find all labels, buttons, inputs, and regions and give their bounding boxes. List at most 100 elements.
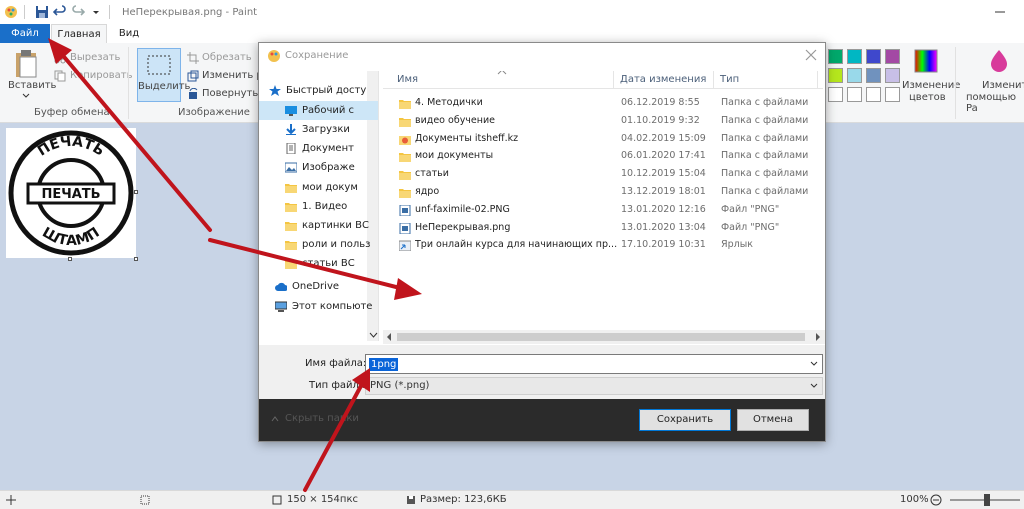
filename-input[interactable]: 1png — [365, 354, 823, 374]
cancel-button[interactable]: Отмена — [737, 409, 809, 431]
palette-color[interactable] — [847, 87, 862, 102]
nav-item[interactable]: OneDrive — [259, 277, 378, 296]
redo-icon[interactable] — [71, 5, 85, 19]
nav-item[interactable]: Этот компьюте — [259, 297, 378, 316]
file-row[interactable]: видео обучение 01.10.2019 9:32 Папка с фай… — [383, 112, 823, 130]
tab-home[interactable]: Главная — [51, 24, 107, 43]
paste-button[interactable]: Вставить — [8, 80, 56, 91]
palette-color[interactable] — [847, 68, 862, 83]
tab-file[interactable]: Файл — [0, 24, 50, 43]
tab-view[interactable]: Вид — [110, 24, 148, 43]
nav-item[interactable]: статьи ВС — [259, 254, 378, 273]
file-row[interactable]: Три онлайн курса для начинающих пр... 17.… — [383, 236, 823, 254]
file-row[interactable]: ядро 13.12.2019 18:01 Папка с файлами — [383, 183, 823, 201]
nav-item[interactable]: Изображе — [259, 158, 378, 177]
file-date: 06.12.2019 8:55 — [621, 97, 700, 108]
nav-item[interactable]: картинки ВС — [259, 216, 378, 235]
palette-color[interactable] — [866, 68, 881, 83]
select-button[interactable]: Выделить — [137, 48, 190, 102]
scrollbar-thumb[interactable] — [397, 333, 805, 341]
column-divider[interactable] — [713, 71, 714, 89]
palette-color[interactable] — [866, 87, 881, 102]
resize-handle[interactable] — [134, 257, 138, 261]
disk-icon — [407, 496, 415, 504]
palette-color[interactable] — [847, 49, 862, 64]
download-icon — [286, 124, 296, 135]
chevron-down-icon[interactable] — [810, 383, 818, 389]
copy-icon[interactable] — [54, 70, 66, 82]
nav-item[interactable]: Быстрый досту — [259, 81, 378, 100]
palette-color[interactable] — [885, 87, 900, 102]
close-icon[interactable] — [805, 49, 817, 61]
select-label: Выделить — [138, 81, 191, 92]
column-type[interactable]: Тип — [720, 74, 739, 85]
nav-item-label: Рабочий с — [302, 105, 355, 116]
column-date[interactable]: Дата изменения — [620, 74, 706, 85]
undo-icon[interactable] — [53, 5, 67, 19]
filename-value[interactable]: 1png — [369, 358, 399, 371]
resize-handle[interactable] — [68, 257, 72, 261]
resize-icon[interactable] — [187, 70, 199, 82]
zoom-out-icon[interactable] — [930, 494, 942, 506]
file-row[interactable]: статьи 10.12.2019 15:04 Папка с файлами — [383, 165, 823, 183]
chevron-down-icon[interactable] — [810, 361, 818, 367]
svg-text:ШТАМП: ШТАМП — [39, 225, 102, 250]
folder-icon — [399, 153, 411, 163]
filetype-select[interactable]: PNG (*.png) — [365, 377, 823, 395]
paste-icon[interactable] — [14, 49, 40, 79]
palette-color[interactable] — [866, 49, 881, 64]
palette-color[interactable] — [828, 68, 843, 83]
file-row[interactable]: НеПерекрывая.png 13.01.2020 13:04 Файл "PN… — [383, 219, 823, 237]
separator — [955, 47, 956, 119]
palette-color[interactable] — [828, 87, 843, 102]
column-divider[interactable] — [613, 71, 614, 89]
chevron-right-icon[interactable] — [815, 333, 821, 341]
edit-colors-button[interactable]: Изменение — [902, 80, 960, 91]
picture-icon — [285, 162, 297, 173]
copy-button[interactable]: Копировать — [70, 70, 132, 81]
chevron-down-icon[interactable] — [369, 331, 378, 339]
resize-handle[interactable] — [134, 190, 138, 194]
nav-item[interactable]: Документ — [259, 139, 378, 158]
paint3d-icon[interactable] — [988, 49, 1010, 73]
file-row[interactable]: unf-faximile-02.PNG 13.01.2020 12:16 Файл … — [383, 201, 823, 219]
chevron-left-icon[interactable] — [386, 333, 392, 341]
chevron-down-icon[interactable] — [89, 5, 103, 19]
vertical-scrollbar[interactable] — [489, 71, 499, 361]
star-icon — [269, 85, 281, 96]
chevron-down-icon[interactable] — [22, 93, 30, 99]
save-button[interactable]: Сохранить — [639, 409, 731, 431]
nav-item[interactable]: 1. Видео — [259, 197, 378, 216]
file-name: статьи — [415, 168, 449, 180]
file-row[interactable]: 4. Методички 06.12.2019 8:55 Папка с файла… — [383, 94, 823, 112]
save-icon[interactable] — [35, 5, 49, 19]
nav-item-label: Загрузки — [302, 124, 350, 135]
column-divider[interactable] — [817, 71, 818, 89]
file-row[interactable]: мои документы 06.01.2020 17:41 Папка с фай… — [383, 147, 823, 165]
selection-size-icon — [140, 495, 150, 505]
rotate-icon[interactable] — [187, 88, 199, 100]
separator — [24, 5, 25, 19]
cut-button[interactable]: Вырезать — [70, 52, 120, 63]
crop-icon[interactable] — [187, 52, 199, 64]
edit-with-paint3d-button[interactable]: Изменить — [982, 80, 1024, 91]
crop-button[interactable]: Обрезать — [202, 52, 252, 63]
nav-item[interactable]: Рабочий с — [259, 101, 378, 120]
canvas-image[interactable]: ПЕЧАТЬ ПЕЧАТЬ ШТАМП — [6, 128, 136, 258]
column-name[interactable]: Имя — [397, 74, 418, 85]
cut-icon[interactable] — [54, 52, 66, 64]
nav-item[interactable]: мои докум — [259, 178, 378, 197]
edit-colors-icon[interactable] — [914, 49, 938, 73]
rotate-button[interactable]: Повернуть — [202, 88, 258, 99]
minimize-icon[interactable] — [994, 6, 1006, 18]
file-row[interactable]: Документы itsheff.kz 04.02.2019 15:09 Папк… — [383, 130, 823, 148]
horizontal-scrollbar[interactable] — [383, 330, 825, 344]
hide-folders-toggle[interactable]: Скрыть папки — [271, 413, 359, 424]
nav-item[interactable]: роли и польз — [259, 235, 378, 254]
nav-item[interactable]: Загрузки — [259, 120, 378, 139]
palette-color[interactable] — [828, 49, 843, 64]
palette-color[interactable] — [885, 49, 900, 64]
document-icon — [286, 143, 296, 154]
zoom-slider-thumb[interactable] — [984, 494, 990, 506]
palette-color[interactable] — [885, 68, 900, 83]
